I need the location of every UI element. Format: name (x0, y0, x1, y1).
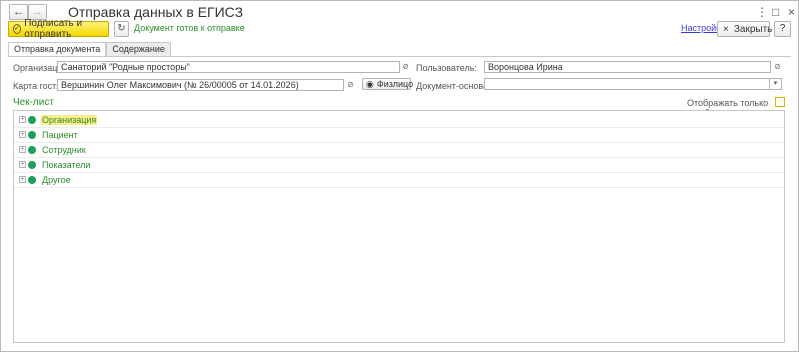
close-label: Закрыть (733, 23, 773, 35)
tab-contents[interactable]: Содержание (106, 42, 171, 56)
tab-send-document[interactable]: Отправка документа (8, 42, 107, 57)
expand-icon[interactable]: + (19, 146, 26, 153)
guest-card-field[interactable]: Вершинин Олег Максимович (№ 26/00005 от … (57, 79, 344, 91)
person-icon: ◉ (366, 79, 374, 89)
maximize-icon[interactable]: □ (772, 4, 779, 20)
status-dot-icon (28, 161, 36, 169)
only-errors-checkbox[interactable] (775, 97, 785, 107)
help-button[interactable]: ? (774, 21, 791, 37)
tab-divider (8, 56, 791, 57)
basis-document-field[interactable] (484, 78, 770, 90)
chevron-down-icon[interactable]: ▾ (770, 78, 782, 90)
expand-icon[interactable]: + (19, 116, 26, 123)
guest-card-open-icon[interactable]: ⊘ (345, 79, 356, 91)
organization-open-icon[interactable]: ⊘ (400, 61, 411, 73)
user-field[interactable]: Воронцова Ирина (484, 61, 771, 73)
command-bar: ✓ Подписать и отправить ↻ Документ готов… (1, 18, 798, 40)
physperson-label: Физлицо (376, 79, 414, 89)
close-window-icon[interactable]: × (788, 4, 795, 20)
refresh-icon: ↻ (117, 23, 126, 34)
status-dot-icon (28, 146, 36, 154)
tree-row-label: Пациент (42, 130, 78, 140)
expand-icon[interactable]: + (19, 161, 26, 168)
organization-field[interactable]: Санаторий "Родные просторы" (57, 61, 400, 73)
close-icon: × (723, 23, 729, 35)
tree-row-label: Организация (41, 115, 98, 125)
check-circle-icon: ✓ (13, 24, 22, 34)
refresh-button[interactable]: ↻ (114, 21, 129, 37)
title-bar: ← → Отправка данных в ЕГИСЗ ⋮ □ × (1, 1, 798, 23)
expand-icon[interactable]: + (19, 176, 26, 183)
tree-row-organization[interactable]: + Организация (14, 113, 784, 128)
tree-row-indicators[interactable]: + Показатели (14, 158, 784, 173)
status-text: Документ готов к отправке (134, 23, 245, 33)
expand-icon[interactable]: + (19, 131, 26, 138)
status-dot-icon (28, 176, 36, 184)
more-icon[interactable]: ⋮ (756, 4, 768, 20)
tree-row-label: Сотрудник (42, 145, 86, 155)
status-dot-icon (28, 116, 36, 124)
physperson-button[interactable]: ◉ Физлицо (362, 78, 414, 90)
tree-row-other[interactable]: + Другое (14, 173, 784, 188)
checklist-tree[interactable]: + Организация + Пациент + Сотрудник + По… (13, 110, 785, 343)
tab-strip: Отправка документа Содержание (8, 42, 171, 57)
tree-row-label: Другое (42, 175, 71, 185)
tree-row-employee[interactable]: + Сотрудник (14, 143, 784, 158)
user-label: Пользователь: (416, 63, 477, 73)
close-button[interactable]: × Закрыть (717, 21, 773, 37)
sign-and-send-label: Подписать и отправить (24, 18, 83, 40)
document-window: ← → Отправка данных в ЕГИСЗ ⋮ □ × ✓ Подп… (0, 0, 799, 352)
tree-row-patient[interactable]: + Пациент (14, 128, 784, 143)
sign-and-send-button[interactable]: ✓ Подписать и отправить (8, 18, 109, 40)
user-open-icon[interactable]: ⊘ (772, 61, 783, 73)
tree-row-label: Показатели (42, 160, 91, 170)
status-dot-icon (28, 131, 36, 139)
checklist-title: Чек-лист (13, 97, 54, 108)
